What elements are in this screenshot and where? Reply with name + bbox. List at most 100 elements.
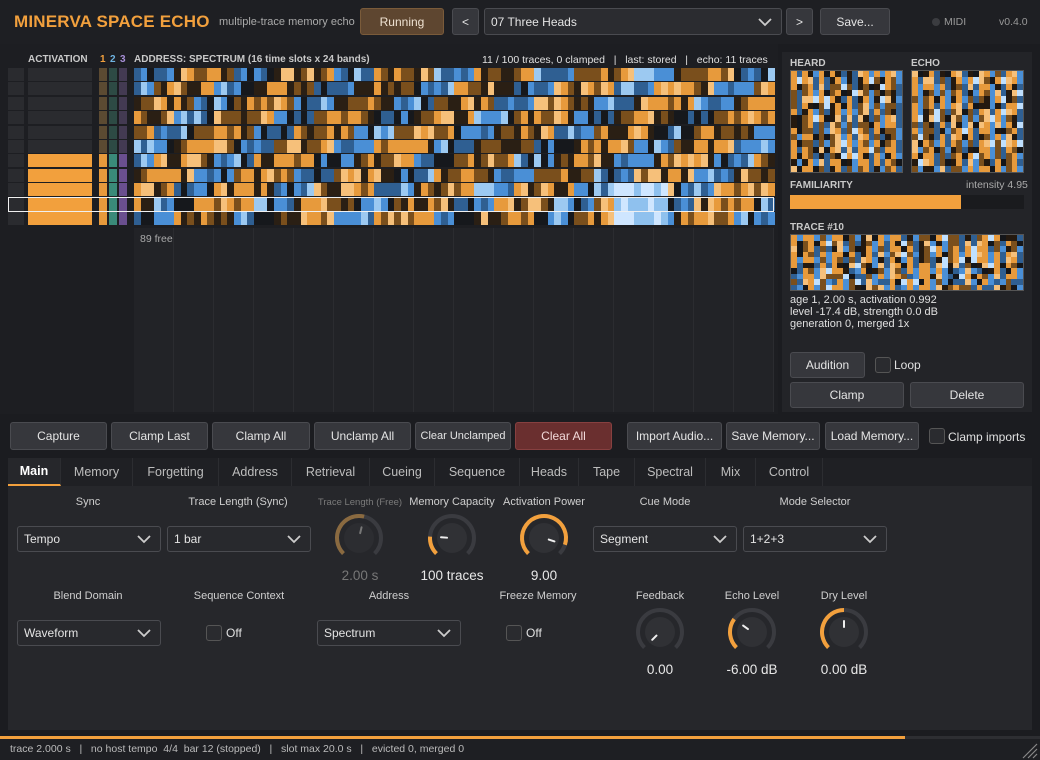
trace-row[interactable] bbox=[134, 68, 775, 81]
load-memory-button[interactable]: Load Memory... bbox=[825, 422, 919, 450]
clear-unclamped-button[interactable]: Clear Unclamped bbox=[415, 422, 511, 450]
next-preset-button[interactable]: > bbox=[786, 8, 813, 35]
activation-power-knob[interactable] bbox=[517, 511, 571, 565]
spectrum-cell bbox=[654, 140, 662, 153]
spectrum-cell bbox=[194, 140, 201, 153]
spectrum-cell bbox=[347, 183, 355, 197]
tab-spectral[interactable]: Spectral bbox=[635, 458, 706, 486]
loop-checkbox[interactable] bbox=[875, 357, 891, 373]
unclamp-all-button[interactable]: Unclamp All bbox=[314, 422, 411, 450]
trace-row[interactable] bbox=[134, 125, 775, 139]
spectrum-cell bbox=[567, 125, 575, 139]
spectrum-cell bbox=[474, 168, 481, 182]
sync-select[interactable]: Tempo bbox=[17, 526, 161, 552]
trace-row[interactable] bbox=[134, 140, 775, 153]
clamp-last-button[interactable]: Clamp Last bbox=[111, 422, 208, 450]
spectrum-cell bbox=[340, 140, 348, 153]
tab-address[interactable]: Address bbox=[219, 458, 292, 486]
spectrum-cell bbox=[274, 212, 281, 225]
spectrum-cell bbox=[594, 168, 602, 182]
tab-memory[interactable]: Memory bbox=[61, 458, 133, 486]
capture-button[interactable]: Capture bbox=[10, 422, 107, 450]
audition-button[interactable]: Audition bbox=[790, 352, 865, 378]
tab-main[interactable]: Main bbox=[8, 458, 61, 486]
spectrum-cell bbox=[227, 140, 235, 153]
blend-domain-select[interactable]: Waveform bbox=[17, 620, 161, 646]
trace-row[interactable] bbox=[134, 96, 775, 110]
trace-row[interactable] bbox=[134, 168, 775, 182]
clamp-all-button[interactable]: Clamp All bbox=[212, 422, 310, 450]
spectrum-cell bbox=[487, 82, 495, 96]
spectrum-cell bbox=[727, 125, 735, 139]
spectrum-cell bbox=[394, 82, 401, 96]
spectrum-cell bbox=[507, 125, 515, 139]
tab-cueing[interactable]: Cueing bbox=[370, 458, 435, 486]
spectrum-cell bbox=[154, 111, 161, 125]
prev-preset-button[interactable]: < bbox=[452, 8, 479, 35]
spectrum-cell bbox=[754, 111, 762, 125]
echo-level-knob[interactable] bbox=[725, 605, 779, 659]
mode-selector-select[interactable]: 1+2+3 bbox=[743, 526, 887, 552]
spectrum-cell bbox=[741, 168, 748, 182]
trace-length-free-knob[interactable] bbox=[332, 511, 386, 565]
spectrum-cell bbox=[754, 96, 762, 110]
save-preset-button[interactable]: Save... bbox=[820, 8, 890, 35]
spectrum-cell bbox=[654, 168, 662, 182]
trace-row[interactable] bbox=[134, 154, 775, 168]
resize-grip-icon[interactable] bbox=[1020, 741, 1038, 759]
trace-row[interactable] bbox=[134, 82, 775, 96]
spectrum-cell bbox=[200, 68, 208, 81]
spectrum-cell bbox=[327, 168, 335, 182]
spectrum-cell bbox=[160, 68, 168, 81]
import-audio-button[interactable]: Import Audio... bbox=[627, 422, 722, 450]
spectrum-cell bbox=[420, 125, 428, 139]
clamp-trace-button[interactable]: Clamp bbox=[790, 382, 904, 408]
spectrum-cell bbox=[207, 154, 215, 168]
spectrum-cell bbox=[394, 168, 401, 182]
spectrum-cell bbox=[647, 125, 655, 139]
spectrum-cell bbox=[714, 183, 722, 197]
spectrum-cell bbox=[500, 183, 508, 197]
tab-forgetting[interactable]: Forgetting bbox=[133, 458, 219, 486]
tab-control[interactable]: Control bbox=[756, 458, 823, 486]
spectrum-cell bbox=[440, 140, 448, 153]
spectrum-cell bbox=[174, 140, 181, 153]
status-bar: trace 2.000 s | no host tempo 4/4 bar 12… bbox=[0, 739, 1040, 760]
trace-length-sync-select[interactable]: 1 bar bbox=[167, 526, 311, 552]
trace-row[interactable] bbox=[134, 111, 775, 125]
spectrum-cell bbox=[574, 140, 582, 153]
tab-heads[interactable]: Heads bbox=[520, 458, 579, 486]
sequence-context-checkbox[interactable] bbox=[206, 625, 222, 641]
spectrum-cell bbox=[661, 125, 668, 139]
spectrum-cell bbox=[534, 68, 541, 81]
freeze-memory-checkbox[interactable] bbox=[506, 625, 522, 641]
save-memory-button[interactable]: Save Memory... bbox=[726, 422, 820, 450]
spectrum-cell bbox=[234, 125, 241, 139]
spectrum-cell bbox=[434, 82, 441, 96]
spectrum-cell bbox=[287, 154, 295, 168]
spectrum-cell bbox=[574, 125, 582, 139]
tab-sequence[interactable]: Sequence bbox=[435, 458, 520, 486]
memory-capacity-knob[interactable] bbox=[425, 511, 479, 565]
feedback-knob[interactable] bbox=[633, 605, 687, 659]
dry-level-knob[interactable] bbox=[817, 605, 871, 659]
delete-trace-button[interactable]: Delete bbox=[910, 382, 1024, 408]
clear-all-button[interactable]: Clear All bbox=[515, 422, 612, 450]
spectrum-cell bbox=[334, 212, 341, 225]
spectrum-cell bbox=[767, 183, 775, 197]
run-toggle-button[interactable]: Running bbox=[360, 8, 444, 35]
spectrum-cell bbox=[687, 168, 695, 182]
preset-select[interactable]: 07 Three Heads bbox=[484, 8, 782, 35]
spectrum-cell bbox=[374, 183, 381, 197]
cue-mode-select[interactable]: Segment bbox=[593, 526, 737, 552]
tab-tape[interactable]: Tape bbox=[579, 458, 635, 486]
spectrum-cell bbox=[467, 111, 475, 125]
tab-retrieval[interactable]: Retrieval bbox=[292, 458, 370, 486]
clamp-imports-checkbox[interactable] bbox=[929, 428, 945, 444]
spectrum-cell bbox=[767, 212, 775, 225]
address-select[interactable]: Spectrum bbox=[317, 620, 461, 646]
trace-row[interactable] bbox=[134, 212, 775, 225]
spectrum-cell bbox=[187, 96, 195, 110]
tab-mix[interactable]: Mix bbox=[706, 458, 756, 486]
trace-row[interactable] bbox=[134, 183, 775, 197]
